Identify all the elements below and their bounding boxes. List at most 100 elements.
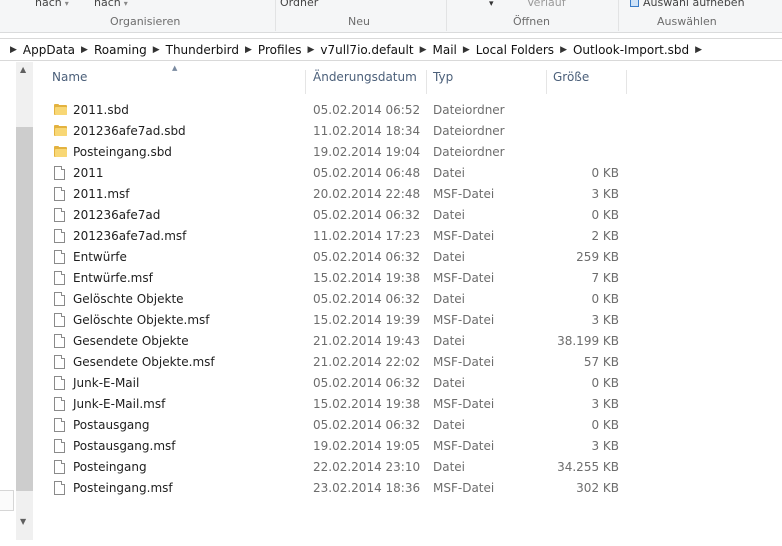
breadcrumb-item-local-folders[interactable]: Local Folders [476,43,554,57]
file-icon [54,397,65,412]
file-type: MSF-Datei [433,271,495,285]
file-size: 57 KB [583,355,619,369]
file-date: 11.02.2014 18:34 [313,124,421,138]
file-size: 3 KB [591,313,619,327]
column-header-name[interactable]: Name [52,70,87,94]
navigation-pane-item[interactable] [0,490,14,511]
copy-to-button[interactable]: nach ▾ [94,0,128,9]
breadcrumb-item-roaming[interactable]: Roaming [94,43,147,57]
select-none-button[interactable]: Auswahl aufheben [630,0,745,9]
chevron-right-icon[interactable]: ▶ [420,45,427,55]
history-label: Verlauf [527,0,566,9]
file-size: 0 KB [591,208,619,222]
file-icon [54,355,65,370]
file-type: MSF-Datei [433,313,495,327]
file-date: 05.02.2014 06:32 [313,250,421,264]
file-row[interactable]: Posteingang 22.02.2014 23:10 Datei 34.255 K… [48,457,628,478]
file-type: Dateiordner [433,145,505,159]
chevron-right-icon[interactable]: ▶ [463,45,470,55]
column-divider[interactable] [626,70,627,94]
chevron-right-icon[interactable]: ▶ [153,45,160,55]
file-row[interactable]: Gelöschte Objekte 05.02.2014 06:32 Datei 0 … [48,289,628,310]
chevron-right-icon[interactable]: ▶ [308,45,315,55]
new-folder-button[interactable]: Ordner [280,0,318,9]
chevron-right-icon[interactable]: ▶ [10,45,17,55]
file-type: Datei [433,166,466,180]
file-type: Datei [433,250,466,264]
file-row[interactable]: 2011 05.02.2014 06:48 Datei 0 KB [48,163,628,184]
file-row[interactable]: 201236afe7ad 05.02.2014 06:32 Datei 0 KB [48,205,628,226]
file-row[interactable]: Gelöschte Objekte.msf 15.02.2014 19:39 MSF… [48,310,628,331]
breadcrumb-item-mail[interactable]: Mail [433,43,457,57]
chevron-right-icon[interactable]: ▶ [695,45,702,55]
file-row[interactable]: Posteingang.msf 23.02.2014 18:36 MSF-Datei… [48,478,628,499]
breadcrumb-item-profile[interactable]: v7ull7io.default [320,43,413,57]
history-button[interactable]: Verlauf [527,0,566,9]
file-name: Gelöschte Objekte [73,292,184,306]
file-name: Entwürfe [73,250,127,264]
file-row[interactable]: Junk-E-Mail.msf 15.02.2014 19:38 MSF-Datei… [48,394,628,415]
file-date: 05.02.2014 06:32 [313,208,421,222]
chevron-down-icon: ▾ [64,0,69,8]
file-size: 38.199 KB [557,334,619,348]
file-name: Posteingang.sbd [73,145,172,159]
column-header-type[interactable]: Typ [433,70,453,94]
file-date: 22.02.2014 23:10 [313,460,421,474]
file-icon [54,460,65,475]
file-name: Gelöschte Objekte.msf [73,313,210,327]
file-row[interactable]: 201236afe7ad.msf 11.02.2014 17:23 MSF-Date… [48,226,628,247]
file-type: MSF-Datei [433,481,495,495]
move-to-button[interactable]: nach ▾ [35,0,69,9]
file-icon [54,166,65,181]
file-row[interactable]: Entwürfe 05.02.2014 06:32 Datei 259 KB [48,247,628,268]
file-row[interactable]: Gesendete Objekte.msf 21.02.2014 22:02 MSF… [48,352,628,373]
file-icon [54,250,65,265]
breadcrumb-item-appdata[interactable]: AppData [23,43,75,57]
breadcrumb-item-profiles[interactable]: Profiles [258,43,302,57]
column-divider[interactable] [546,70,547,94]
column-divider[interactable] [426,70,427,94]
file-size: 3 KB [591,397,619,411]
file-row[interactable]: Posteingang.sbd 19.02.2014 19:04 Dateiordn… [48,142,628,163]
file-row[interactable]: 2011.sbd 05.02.2014 06:52 Dateiordner [48,100,628,121]
file-size: 0 KB [591,292,619,306]
file-name: Entwürfe.msf [73,271,153,285]
file-row[interactable]: 2011.msf 20.02.2014 22:48 MSF-Datei 3 KB [48,184,628,205]
column-header-size[interactable]: Größe [553,70,589,94]
file-type: Datei [433,292,466,306]
chevron-right-icon[interactable]: ▶ [81,45,88,55]
file-row[interactable]: 201236afe7ad.sbd 11.02.2014 18:34 Dateiord… [48,121,628,142]
breadcrumb-item-thunderbird[interactable]: Thunderbird [166,43,239,57]
file-name: 201236afe7ad.msf [73,229,187,243]
chevron-down-icon: ▾ [489,0,494,9]
copy-to-label: nach [94,0,121,9]
file-row[interactable]: Entwürfe.msf 15.02.2014 19:38 MSF-Datei 7 K… [48,268,628,289]
column-header-date[interactable]: Änderungsdatum [313,70,417,94]
chevron-right-icon[interactable]: ▶ [245,45,252,55]
file-row[interactable]: Gesendete Objekte 21.02.2014 19:43 Datei 38… [48,331,628,352]
file-icon [54,292,65,307]
file-size: 302 KB [576,481,619,495]
file-size [538,121,619,142]
navigation-scrollbar[interactable]: ▲ ▼ [16,62,33,540]
file-row[interactable]: Postausgang 05.02.2014 06:32 Datei 0 KB [48,415,628,436]
file-date: 21.02.2014 22:02 [313,355,421,369]
chevron-right-icon[interactable]: ▶ [560,45,567,55]
scroll-up-icon[interactable]: ▲ [20,65,26,74]
file-icon [54,376,65,391]
file-row[interactable]: Junk-E-Mail 05.02.2014 06:32 Datei 0 KB [48,373,628,394]
folder-icon [54,125,67,136]
file-name: 2011 [73,166,104,180]
file-row[interactable]: Postausgang.msf 19.02.2014 19:05 MSF-Datei… [48,436,628,457]
scroll-down-icon[interactable]: ▼ [20,517,26,526]
file-name: Junk-E-Mail [73,376,140,390]
file-type: MSF-Datei [433,355,495,369]
file-icon [54,313,65,328]
address-bar[interactable]: ▶ AppData ▶ Roaming ▶ Thunderbird ▶ Prof… [0,38,782,61]
breadcrumb-item-outlook-import[interactable]: Outlook-Import.sbd [573,43,689,57]
file-type: Datei [433,334,466,348]
column-divider[interactable] [305,70,306,94]
open-dropdown-button[interactable]: ▾ [486,0,494,9]
file-name: Junk-E-Mail.msf [73,397,166,411]
scrollbar-thumb[interactable] [16,127,33,491]
